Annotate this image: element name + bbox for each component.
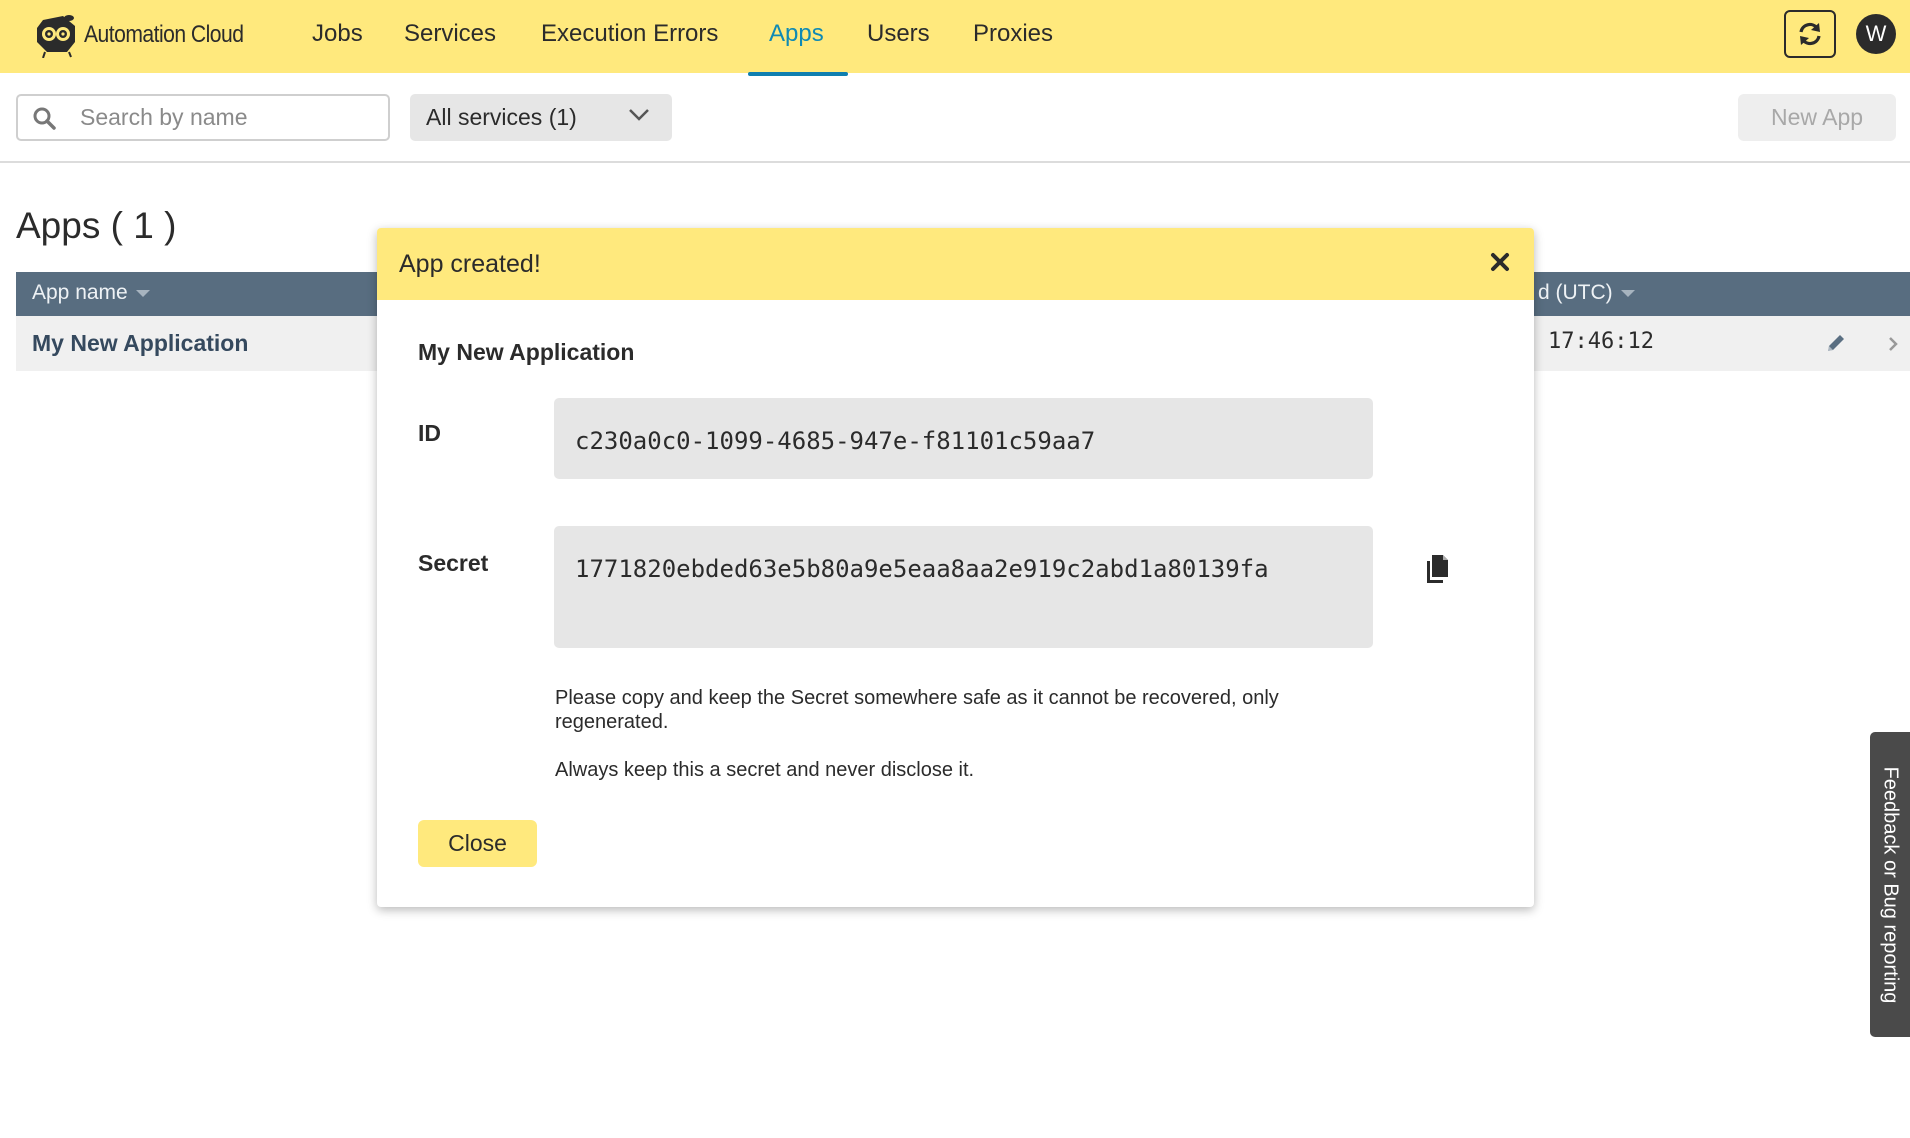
owl-logo-icon (37, 15, 75, 58)
nav-services[interactable]: Services (404, 20, 496, 48)
column-header-created[interactable]: d (UTC) (1538, 281, 1635, 305)
nav-execution-errors[interactable]: Execution Errors (541, 20, 718, 48)
nav-apps[interactable]: Apps (769, 20, 824, 48)
search-box (16, 94, 390, 141)
chevron-right-icon[interactable] (1886, 334, 1900, 354)
id-value-field[interactable]: c230a0c0-1099-4685-947e-f81101c59aa7 (554, 398, 1373, 479)
services-filter-value: All services (1) (426, 104, 577, 130)
top-navigation-bar: Automation Cloud Jobs Services Execution… (0, 0, 1910, 76)
id-label: ID (418, 420, 441, 446)
refresh-icon (1799, 22, 1821, 46)
dialog-app-name: My New Application (418, 339, 635, 365)
search-input[interactable] (80, 104, 360, 131)
secret-warning-text: Please copy and keep the Secret somewher… (555, 687, 1279, 733)
active-tab-indicator (748, 72, 848, 76)
column-header-label: App name (32, 281, 128, 304)
copy-icon[interactable] (1424, 553, 1450, 585)
secret-disclosure-text: Always keep this a secret and never disc… (555, 759, 975, 781)
search-icon (33, 107, 56, 130)
pencil-icon[interactable] (1824, 331, 1848, 355)
feedback-tab[interactable]: Feedback or Bug reporting (1870, 732, 1910, 1037)
refresh-button[interactable] (1784, 10, 1836, 58)
sort-caret-icon (135, 289, 150, 297)
new-app-button[interactable]: New App (1738, 94, 1896, 141)
created-time-cell: 17:46:12 (1548, 329, 1654, 354)
feedback-label: Feedback or Bug reporting (1879, 766, 1902, 1003)
nav-users[interactable]: Users (867, 20, 930, 48)
column-header-app-name[interactable]: App name (32, 281, 150, 305)
secret-value-field[interactable]: 1771820ebded63e5b80a9e5eaa8aa2e919c2abd1… (554, 526, 1373, 648)
dialog-title: App created! (399, 250, 541, 278)
chevron-down-icon (629, 109, 649, 121)
sort-caret-icon (1620, 289, 1635, 297)
dialog-header: App created! (377, 228, 1534, 300)
close-button[interactable]: Close (418, 820, 537, 867)
nav-jobs[interactable]: Jobs (312, 20, 363, 48)
user-avatar[interactable]: W (1856, 14, 1896, 54)
app-created-dialog: App created! My New Application ID c230a… (377, 228, 1534, 907)
nav-proxies[interactable]: Proxies (973, 20, 1053, 48)
column-header-label: d (UTC) (1538, 281, 1613, 304)
brand-logo[interactable]: Automation Cloud (33, 12, 265, 58)
app-name-cell[interactable]: My New Application (32, 330, 248, 357)
close-icon[interactable] (1490, 252, 1510, 272)
page-title: Apps ( 1 ) (16, 205, 177, 246)
brand-name: Automation Cloud (84, 21, 244, 48)
toolbar-divider (0, 161, 1910, 163)
secret-label: Secret (418, 550, 489, 576)
services-filter-dropdown[interactable]: All services (1) (410, 94, 672, 141)
